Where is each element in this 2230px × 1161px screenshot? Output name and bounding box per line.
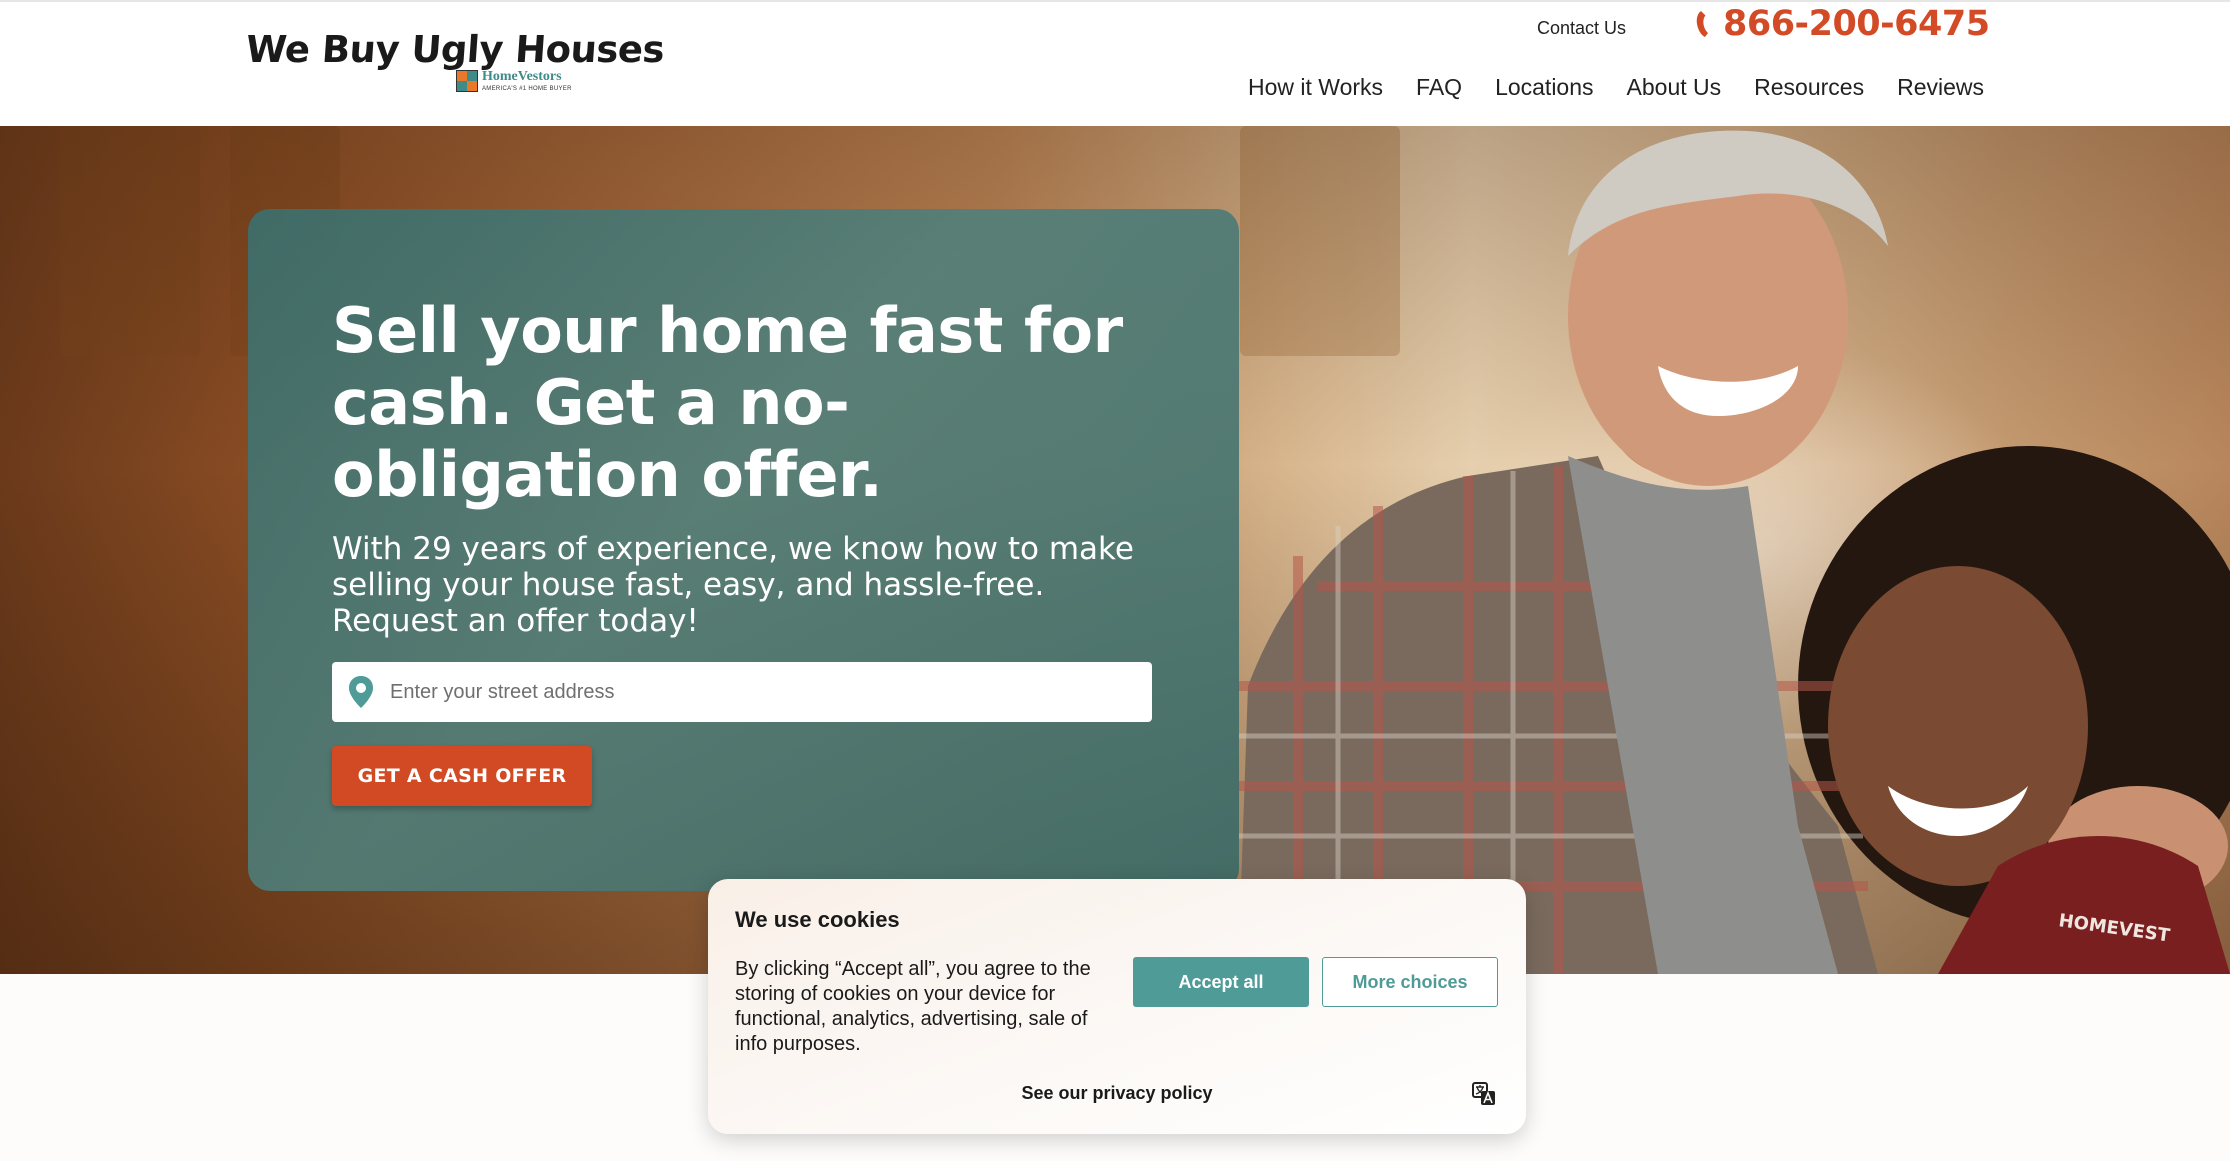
more-choices-button[interactable]: More choices bbox=[1322, 957, 1498, 1007]
hero-subtitle: With 29 years of experience, we know how… bbox=[332, 531, 1134, 639]
main-nav: How it Works FAQ Locations About Us Reso… bbox=[1248, 74, 1984, 101]
nav-item-faq[interactable]: FAQ bbox=[1416, 74, 1462, 101]
hero-photo-couple: HOMEVEST bbox=[1238, 130, 2230, 974]
location-pin-icon bbox=[349, 676, 373, 708]
logo-wordmark: We Buy Ugly Houses bbox=[244, 28, 666, 71]
nav-item-reviews[interactable]: Reviews bbox=[1897, 74, 1984, 101]
nav-item-resources[interactable]: Resources bbox=[1754, 74, 1864, 101]
get-cash-offer-button[interactable]: GET A CASH OFFER bbox=[332, 746, 592, 806]
hero-title: Sell your home fast for cash. Get a no-o… bbox=[332, 294, 1123, 511]
nav-item-locations[interactable]: Locations bbox=[1495, 74, 1593, 101]
homevestors-tagline: AMERICA'S #1 HOME BUYER bbox=[482, 86, 572, 92]
cookie-description: By clicking “Accept all”, you agree to t… bbox=[735, 958, 1091, 1055]
accept-all-button[interactable]: Accept all bbox=[1133, 957, 1309, 1007]
homevestors-badge-icon bbox=[456, 70, 478, 92]
site-header: We Buy Ugly Houses HomeVestors AMERICA'S… bbox=[0, 0, 2230, 126]
nav-item-about-us[interactable]: About Us bbox=[1627, 74, 1722, 101]
cookie-consent-dialog: We use cookies By clicking “Accept all”,… bbox=[708, 879, 1526, 1134]
nav-item-how-it-works[interactable]: How it Works bbox=[1248, 74, 1383, 101]
address-input[interactable] bbox=[390, 680, 1130, 704]
hero-offer-card: Sell your home fast for cash. Get a no-o… bbox=[248, 209, 1239, 891]
phone-icon bbox=[1696, 11, 1708, 37]
homevestors-name: HomeVestors bbox=[482, 69, 562, 84]
site-logo[interactable]: We Buy Ugly Houses HomeVestors AMERICA'S… bbox=[244, 28, 666, 98]
cookie-title: We use cookies bbox=[735, 907, 900, 932]
homevestors-logo: HomeVestors AMERICA'S #1 HOME BUYER bbox=[456, 70, 572, 92]
privacy-policy-link[interactable]: See our privacy policy bbox=[708, 1083, 1526, 1104]
address-field-wrap bbox=[332, 662, 1152, 722]
language-icon[interactable] bbox=[1472, 1082, 1496, 1106]
contact-us-link[interactable]: Contact Us bbox=[1537, 18, 1626, 39]
phone-number: 866-200-6475 bbox=[1723, 4, 1990, 44]
phone-link[interactable]: 866-200-6475 bbox=[1695, 4, 1990, 44]
hero-section: HOMEVEST Sell your home fast for cash. G… bbox=[0, 126, 2230, 974]
